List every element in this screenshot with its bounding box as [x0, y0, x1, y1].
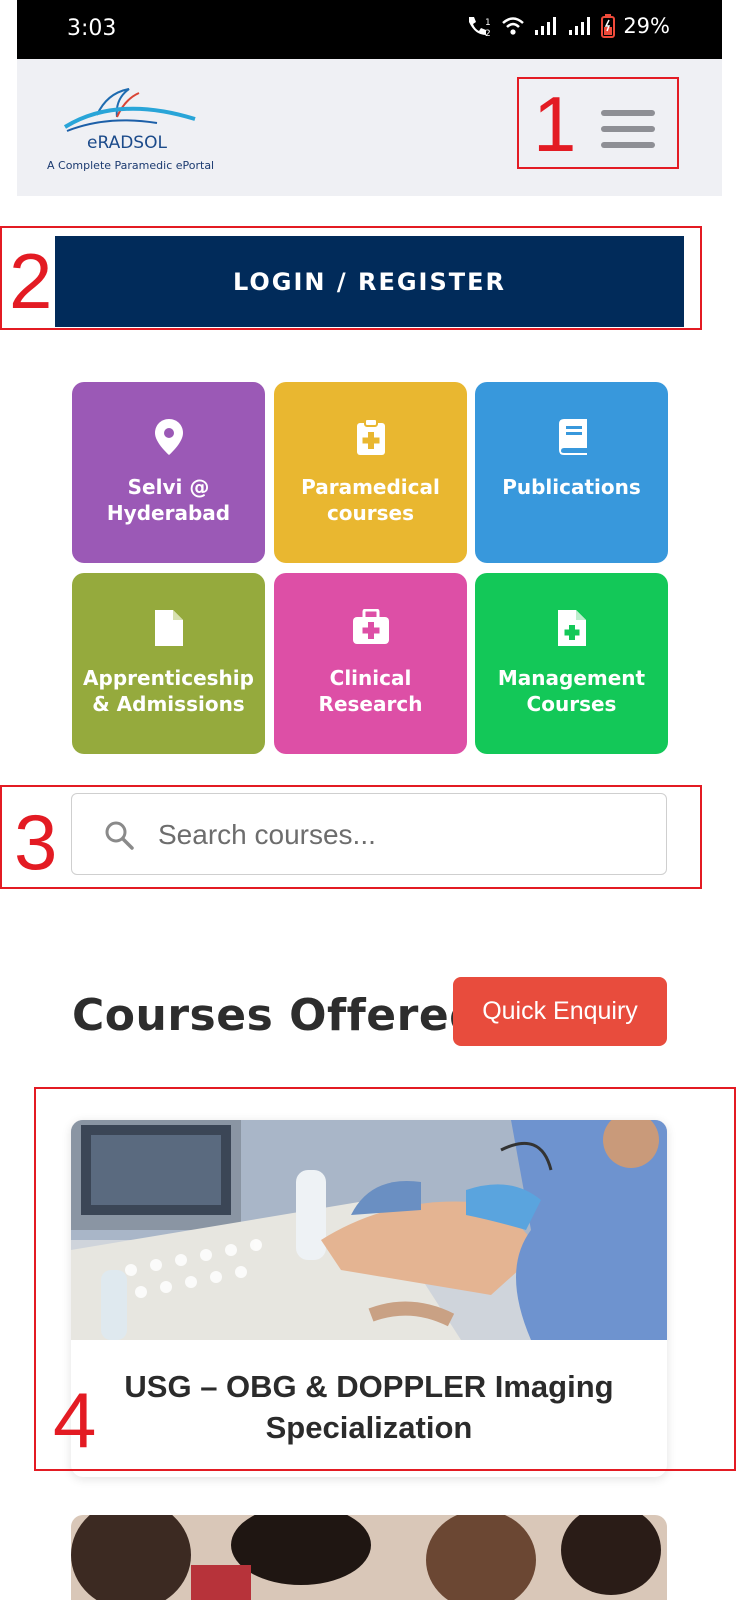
- courses-offered-heading: Courses Offered: [72, 990, 482, 1041]
- clipboard-plus-icon: [356, 418, 385, 455]
- logo-tagline: A Complete Paramedic ePortal: [47, 159, 215, 172]
- tile-label: Apprenticeship & Admissions: [83, 666, 254, 716]
- svg-text:1: 1: [485, 18, 491, 28]
- status-bar: 3:03 1 2 29%: [17, 0, 722, 59]
- annotation-label: 3: [14, 798, 58, 886]
- annotation-box: 3: [0, 785, 702, 889]
- signal-icon: [569, 17, 591, 35]
- quick-enquiry-button[interactable]: Quick Enquiry: [453, 977, 667, 1046]
- eradsol-logo[interactable]: eRADSOL A Complete Paramedic ePortal: [47, 85, 217, 175]
- annotation-box: 2: [0, 226, 702, 330]
- annotation-label: 2: [9, 237, 53, 325]
- tile-management-courses[interactable]: Management Courses: [475, 573, 668, 754]
- tile-label: Selvi @ Hyderabad: [106, 475, 231, 525]
- annotation-box: 4: [34, 1087, 736, 1471]
- status-time: 3:03: [67, 16, 117, 41]
- svg-text:2: 2: [485, 29, 491, 38]
- file-medical-icon: [557, 610, 586, 646]
- document-icon: [154, 610, 183, 646]
- annotation-box: 1: [517, 77, 679, 169]
- tile-label: Publications: [502, 475, 641, 499]
- map-pin-icon: [154, 419, 183, 455]
- book-icon: [558, 419, 587, 455]
- annotation-label: 4: [53, 1376, 97, 1464]
- status-icons: 1 2 29%: [465, 14, 670, 38]
- tile-paramedical-courses[interactable]: Paramedical courses: [274, 382, 467, 563]
- call-volte-icon: 1 2: [469, 17, 491, 38]
- wifi-icon: [502, 17, 525, 35]
- tile-clinical-research[interactable]: Clinical Research: [274, 573, 467, 754]
- tile-publications[interactable]: Publications: [475, 382, 668, 563]
- battery-percent: 29%: [623, 14, 670, 38]
- tile-apprenticeship-admissions[interactable]: Apprenticeship & Admissions: [72, 573, 265, 754]
- course-image-students: [71, 1515, 667, 1600]
- tile-label: Management Courses: [497, 666, 646, 716]
- logo-name: eRADSOL: [87, 133, 167, 153]
- tile-selvi-hyderabad[interactable]: Selvi @ Hyderabad: [72, 382, 265, 563]
- medical-kit-icon: [352, 609, 389, 644]
- course-card-next[interactable]: [71, 1515, 667, 1600]
- signal-icon: [535, 17, 557, 35]
- battery-low-icon: [601, 14, 616, 38]
- annotation-label: 1: [533, 80, 577, 168]
- tile-label: Paramedical courses: [301, 475, 440, 525]
- tile-label: Clinical Research: [318, 666, 423, 716]
